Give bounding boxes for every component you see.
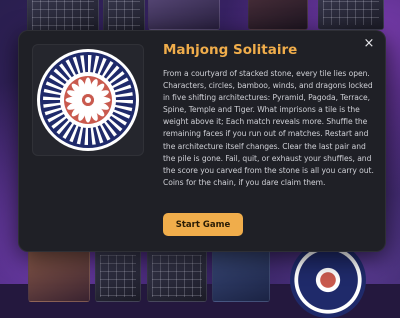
close-icon[interactable]: × bbox=[362, 37, 376, 51]
game-title: Mahjong Solitaire bbox=[163, 42, 298, 58]
start-game-button[interactable]: Start Game bbox=[163, 213, 243, 236]
background-mandala-thumbnail bbox=[290, 242, 366, 318]
background-game-thumbnail bbox=[318, 0, 384, 30]
background-game-thumbnail bbox=[212, 250, 270, 302]
background-game-thumbnail bbox=[147, 250, 207, 302]
game-artwork bbox=[32, 44, 144, 156]
background-game-thumbnail bbox=[248, 0, 308, 30]
background-game-thumbnail bbox=[95, 250, 141, 302]
game-info-modal: × Mahjong Solitaire From a courtyard of … bbox=[18, 30, 386, 252]
background-game-thumbnail bbox=[28, 250, 90, 302]
mandala-logo-icon bbox=[37, 49, 139, 151]
background-game-thumbnail bbox=[148, 0, 220, 30]
game-description: From a courtyard of stacked stone, every… bbox=[163, 69, 374, 187]
